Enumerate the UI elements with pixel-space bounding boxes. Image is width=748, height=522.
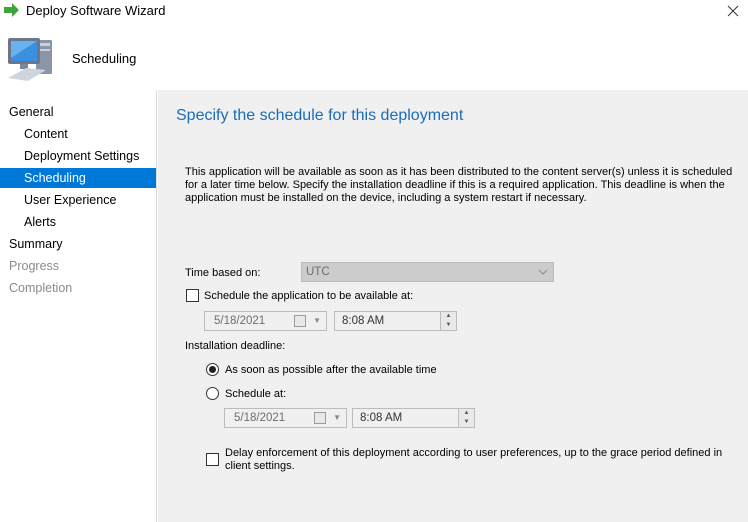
installation-deadline-label: Installation deadline: bbox=[185, 340, 286, 352]
step-title: Scheduling bbox=[72, 51, 137, 66]
calendar-icon bbox=[314, 412, 326, 424]
page-description: This application will be available as so… bbox=[185, 166, 733, 204]
sidebar-item-content[interactable]: Content bbox=[0, 124, 156, 144]
schedule-available-checkbox[interactable] bbox=[186, 289, 199, 302]
close-icon bbox=[727, 5, 739, 17]
main-panel: Specify the schedule for this deployment… bbox=[158, 90, 748, 522]
spin-up-icon[interactable]: ▲ bbox=[441, 312, 456, 321]
calendar-icon bbox=[294, 315, 306, 327]
chevron-down-icon bbox=[538, 263, 548, 287]
sidebar-item-general[interactable]: General bbox=[0, 102, 156, 122]
spin-down-icon[interactable]: ▼ bbox=[441, 321, 456, 330]
available-time-spinner[interactable]: ▲ ▼ bbox=[440, 312, 456, 330]
sidebar-item-user-experience[interactable]: User Experience bbox=[0, 190, 156, 210]
sidebar-item-completion: Completion bbox=[9, 281, 73, 295]
title-bar: Deploy Software Wizard bbox=[0, 0, 748, 22]
arrow-right-icon bbox=[4, 3, 19, 17]
deadline-date-picker[interactable]: 5/18/2021 ▼ bbox=[224, 408, 347, 428]
deadline-time-picker[interactable]: 8:08 AM ▲ ▼ bbox=[352, 408, 475, 428]
page-heading: Specify the schedule for this deployment bbox=[176, 107, 464, 124]
wizard-header: Scheduling bbox=[0, 22, 748, 90]
window-title: Deploy Software Wizard bbox=[26, 3, 166, 18]
time-based-on-label: Time based on: bbox=[185, 267, 261, 279]
spin-down-icon[interactable]: ▼ bbox=[459, 418, 474, 427]
time-based-on-value: UTC bbox=[306, 266, 330, 278]
delay-enforcement-checkbox[interactable] bbox=[206, 453, 219, 466]
deadline-time-spinner[interactable]: ▲ ▼ bbox=[458, 409, 474, 427]
available-date-value: 5/18/2021 bbox=[214, 315, 266, 327]
sidebar-item-alerts[interactable]: Alerts bbox=[0, 212, 156, 232]
sidebar-item-scheduling[interactable]: Scheduling bbox=[0, 168, 156, 188]
schedule-available-label: Schedule the application to be available… bbox=[204, 290, 414, 302]
available-time-value: 8:08 AM bbox=[342, 315, 385, 327]
available-time-picker[interactable]: 8:08 AM ▲ ▼ bbox=[334, 311, 457, 331]
computer-icon bbox=[8, 38, 52, 81]
deadline-schedule-radio[interactable] bbox=[206, 387, 219, 400]
deadline-asap-label: As soon as possible after the available … bbox=[225, 364, 437, 376]
available-date-picker[interactable]: 5/18/2021 ▼ bbox=[204, 311, 327, 331]
close-button[interactable] bbox=[718, 0, 748, 22]
time-based-on-select[interactable]: UTC bbox=[301, 262, 554, 282]
deadline-date-value: 5/18/2021 bbox=[234, 412, 286, 424]
sidebar-item-summary[interactable]: Summary bbox=[0, 234, 156, 254]
delay-enforcement-label: Delay enforcement of this deployment acc… bbox=[225, 447, 723, 472]
wizard-steps-sidebar: General Content Deployment Settings Sche… bbox=[0, 90, 157, 522]
spin-up-icon[interactable]: ▲ bbox=[459, 409, 474, 418]
dropdown-arrow-icon: ▼ bbox=[313, 316, 321, 325]
sidebar-item-progress: Progress bbox=[9, 259, 60, 273]
dropdown-arrow-icon: ▼ bbox=[333, 413, 341, 422]
deadline-asap-radio[interactable] bbox=[206, 363, 219, 376]
deadline-schedule-label: Schedule at: bbox=[225, 388, 287, 400]
sidebar-item-deployment-settings[interactable]: Deployment Settings bbox=[0, 146, 156, 166]
deadline-time-value: 8:08 AM bbox=[360, 412, 403, 424]
